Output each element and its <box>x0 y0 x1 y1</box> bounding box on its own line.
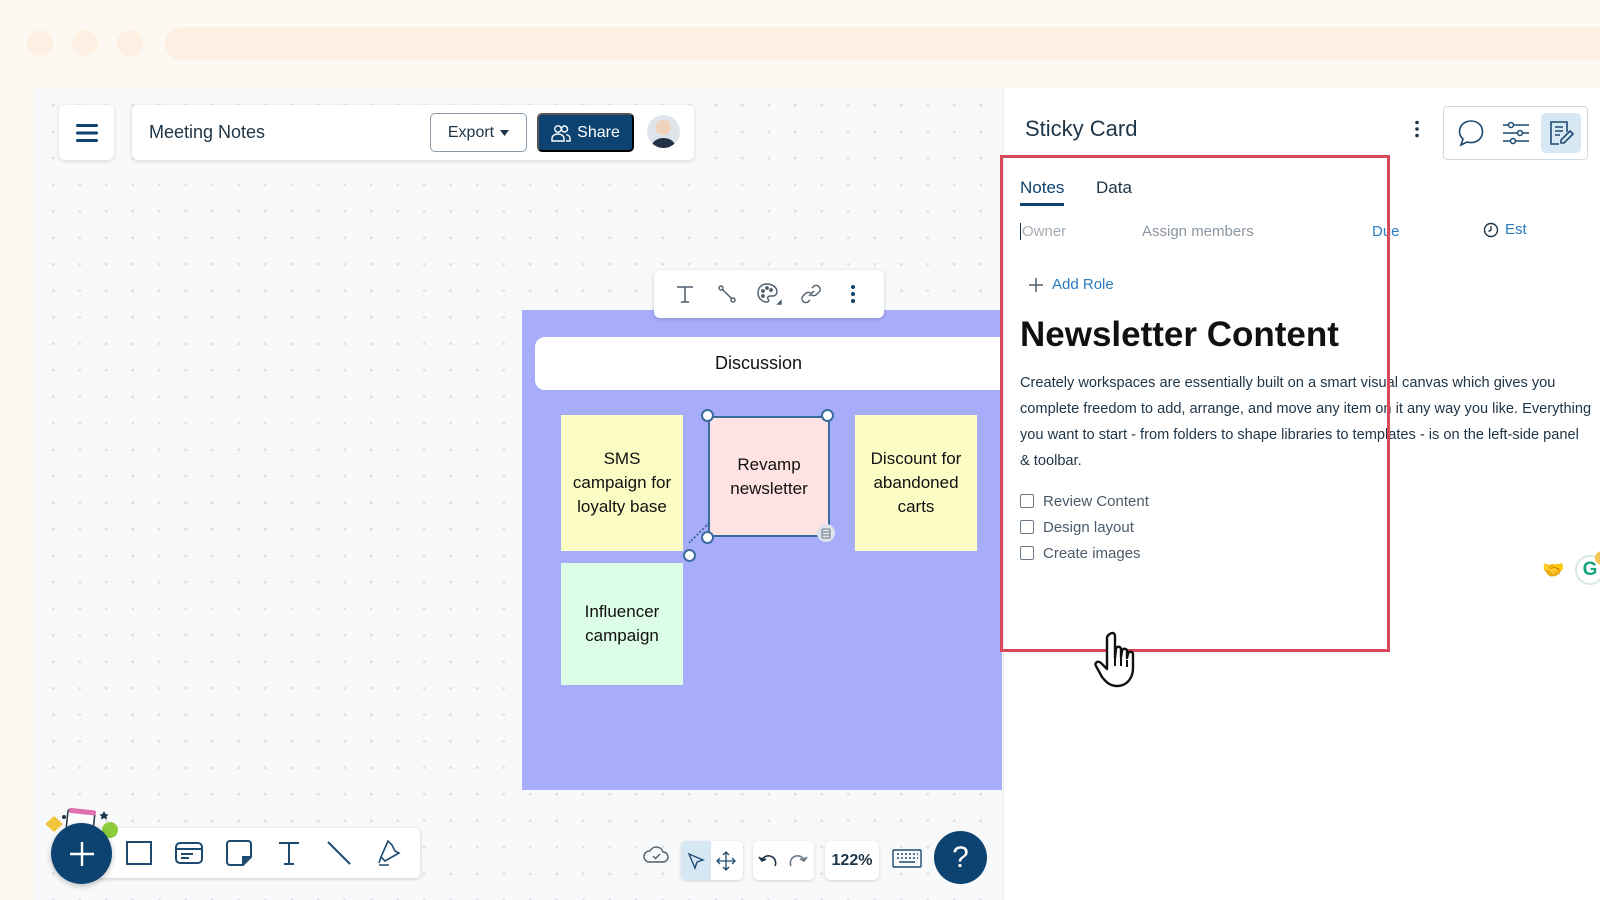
resize-handle-top-left[interactable] <box>701 409 714 422</box>
pointer-mode-group <box>681 841 743 880</box>
note-heading[interactable]: Newsletter Content <box>1020 315 1339 355</box>
user-avatar[interactable] <box>647 115 680 148</box>
clock-icon <box>1483 222 1499 237</box>
window-dot-maximize <box>117 30 143 56</box>
keyboard-shortcuts-icon[interactable] <box>892 849 922 873</box>
select-pointer-icon[interactable] <box>681 841 711 880</box>
sticky-text: Discount for abandoned carts <box>870 449 962 516</box>
sticky-note[interactable]: Discount for abandoned carts <box>855 415 977 551</box>
estimate-label: Est <box>1505 221 1527 238</box>
hamburger-menu-icon <box>75 123 98 142</box>
grammarly-button[interactable]: G 2 <box>1575 551 1600 585</box>
checklist-item[interactable]: Design layout <box>1020 514 1149 540</box>
frame-header[interactable]: Discussion <box>535 337 1002 390</box>
sticky-note-selected[interactable]: Revamp newsletter <box>708 416 830 537</box>
comment-icon[interactable] <box>1451 113 1491 153</box>
handshake-icon[interactable]: 🤝 <box>1542 560 1564 581</box>
panel-tools <box>1443 106 1588 160</box>
address-bar <box>165 27 1600 60</box>
sticky-note-icon[interactable] <box>223 837 255 869</box>
undo-icon[interactable] <box>753 841 783 880</box>
window-dot-minimize <box>72 30 98 56</box>
card-icon[interactable] <box>173 837 205 869</box>
sticky-text: Revamp newsletter <box>730 454 808 498</box>
estimate-button[interactable]: Est <box>1483 221 1527 238</box>
add-role-button[interactable]: Add Role <box>1028 276 1114 293</box>
redo-icon[interactable] <box>783 841 813 880</box>
frame-title: Discussion <box>714 353 803 373</box>
zoom-level[interactable]: 122% <box>825 841 879 880</box>
checkbox[interactable] <box>1020 520 1034 534</box>
palette-icon[interactable] <box>754 279 784 309</box>
help-button[interactable]: ? <box>934 831 987 884</box>
text-icon[interactable] <box>273 837 305 869</box>
tab-data[interactable]: Data <box>1096 178 1132 198</box>
text-icon[interactable] <box>670 279 700 309</box>
resize-handle-top-right[interactable] <box>821 409 834 422</box>
sticky-text: Influencer campaign <box>584 602 660 645</box>
checklist-label: Review Content <box>1043 492 1149 510</box>
shape-toolbar <box>96 828 420 878</box>
export-button[interactable]: Export <box>430 113 527 152</box>
top-bar: Meeting Notes Export Share <box>132 105 694 160</box>
caret-down-icon <box>500 129 510 136</box>
connector-icon[interactable] <box>712 279 742 309</box>
note-body[interactable]: Creately workspaces are essentially buil… <box>1020 370 1592 474</box>
sticky-note[interactable]: SMS campaign for loyalty base <box>561 415 683 551</box>
connector-handle[interactable] <box>683 549 696 562</box>
checklist: Review Content Design layout Create imag… <box>1020 488 1149 566</box>
share-label: Share <box>577 123 620 141</box>
sticky-text: SMS campaign for loyalty base <box>572 449 672 516</box>
checklist-item[interactable]: Create images <box>1020 540 1149 566</box>
add-role-label: Add Role <box>1052 276 1114 293</box>
document-title[interactable]: Meeting Notes <box>149 122 265 143</box>
data-icon[interactable] <box>817 524 835 542</box>
history-group <box>753 841 814 880</box>
add-icon <box>69 841 94 866</box>
users-icon <box>551 124 571 142</box>
resize-handle-bottom-left[interactable] <box>701 531 714 544</box>
pen-icon[interactable] <box>373 837 405 869</box>
notes-edit-icon[interactable] <box>1540 113 1581 153</box>
panel-more-icon[interactable] <box>1414 120 1426 146</box>
checklist-label: Design layout <box>1043 518 1134 536</box>
pan-move-icon[interactable] <box>711 841 741 880</box>
share-button[interactable]: Share <box>537 113 634 152</box>
settings-sliders-icon[interactable] <box>1496 113 1536 153</box>
context-toolbar <box>654 270 884 318</box>
sticky-note[interactable]: Influencer campaign <box>561 563 683 685</box>
grammarly-icon: G <box>1582 559 1598 580</box>
due-date-button[interactable]: Due <box>1372 223 1400 240</box>
add-button[interactable] <box>51 823 112 884</box>
tab-notes[interactable]: Notes <box>1020 178 1065 206</box>
checklist-item[interactable]: Review Content <box>1020 488 1149 514</box>
assign-members-button[interactable]: Assign members <box>1142 223 1254 240</box>
checkbox[interactable] <box>1020 546 1034 560</box>
more-vertical-icon[interactable] <box>838 279 868 309</box>
plus-icon <box>1029 277 1043 292</box>
line-icon[interactable] <box>323 837 355 869</box>
export-label: Export <box>447 123 495 141</box>
cloud-check-icon <box>643 845 669 868</box>
link-icon[interactable] <box>796 279 826 309</box>
checklist-label: Create images <box>1043 544 1141 562</box>
owner-input[interactable]: Owner <box>1020 223 1066 240</box>
rectangle-icon[interactable] <box>123 837 155 869</box>
main-menu-button[interactable] <box>59 105 114 160</box>
panel-title: Sticky Card <box>1025 116 1138 141</box>
checkbox[interactable] <box>1020 494 1034 508</box>
window-dot-close <box>27 30 53 56</box>
